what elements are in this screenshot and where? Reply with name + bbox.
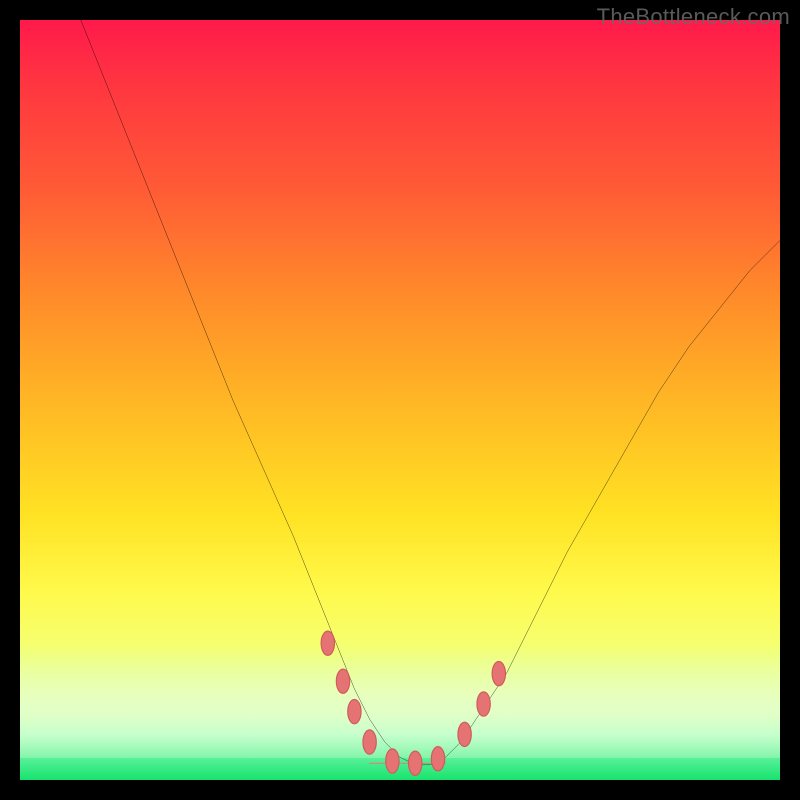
watermark-text: TheBottleneck.com <box>597 4 790 30</box>
chart-frame: TheBottleneck.com <box>0 0 800 800</box>
curve-marker <box>409 751 422 775</box>
curve-marker <box>458 722 471 746</box>
curve-marker <box>321 631 334 655</box>
curve-marker <box>336 669 349 693</box>
bottleneck-curve-svg <box>20 20 780 780</box>
curve-marker <box>431 747 444 771</box>
bottleneck-curve-path <box>81 20 780 765</box>
chart-plot-area <box>20 20 780 780</box>
curve-markers <box>321 631 505 775</box>
curve-marker <box>492 661 505 685</box>
curve-marker <box>348 699 361 723</box>
curve-marker <box>363 730 376 754</box>
curve-marker <box>477 692 490 716</box>
curve-marker <box>386 749 399 773</box>
